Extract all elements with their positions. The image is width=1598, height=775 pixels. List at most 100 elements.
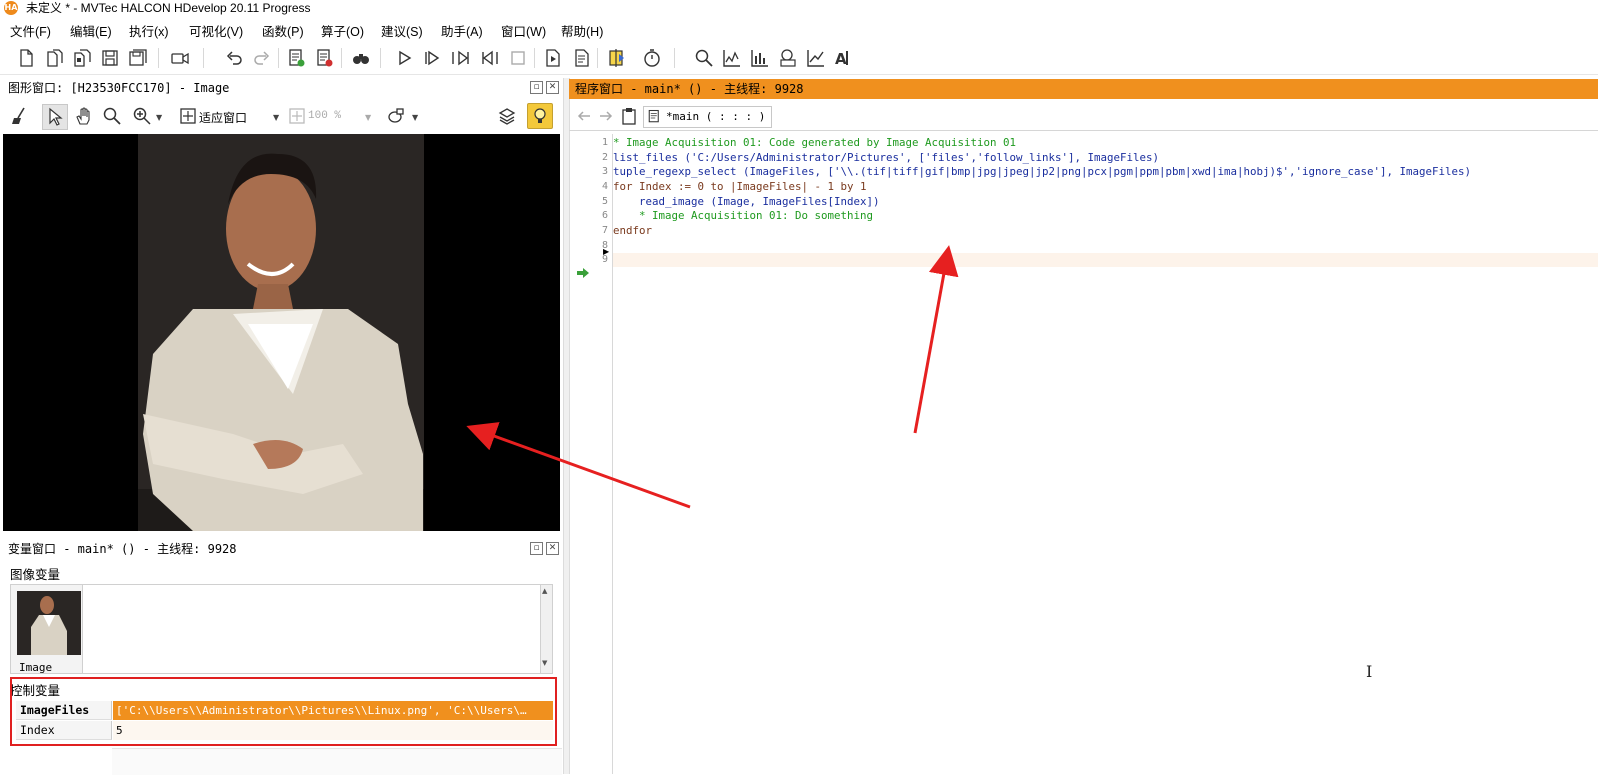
code-line[interactable]: * Image Acquisition 01: Code generated b… <box>613 136 1016 150</box>
float-icon[interactable]: ▫ <box>530 542 543 555</box>
stopwatch-icon[interactable] <box>640 46 664 70</box>
zoom-in-icon[interactable] <box>130 104 154 128</box>
procedure-label: *main ( : : : ) <box>666 110 766 123</box>
zoom-icon[interactable] <box>692 46 716 70</box>
fit-window-icon[interactable] <box>176 104 200 128</box>
image-display[interactable] <box>3 134 560 531</box>
open-icon[interactable] <box>42 46 66 70</box>
image-variables-label: 图像变量 <box>10 568 61 582</box>
open-procedure-icon[interactable] <box>70 46 94 70</box>
image-thumbnail <box>17 591 81 655</box>
menu-suggestions[interactable]: 建议(S) <box>381 21 423 40</box>
feature-inspection-icon[interactable] <box>776 46 800 70</box>
close-icon[interactable]: ✕ <box>546 81 559 94</box>
forward-icon[interactable] <box>594 104 618 128</box>
line-number: 3 <box>601 166 608 177</box>
chevron-down-icon: ▼ <box>365 113 372 122</box>
menu-window[interactable]: 窗口(W) <box>501 21 546 40</box>
menu-visualize[interactable]: 可视化(V) <box>189 21 243 40</box>
code-line[interactable]: read_image (Image, ImageFiles[Index]) <box>613 195 880 209</box>
line-number: 2 <box>601 152 608 163</box>
control-variable-value[interactable]: ['C:\\Users\\Administrator\\Pictures\\Li… <box>113 701 553 720</box>
run-to-insert-icon[interactable] <box>420 46 444 70</box>
histogram-icon[interactable] <box>748 46 772 70</box>
procedure-delete-icon[interactable] <box>313 46 337 70</box>
step-over-icon[interactable] <box>449 46 473 70</box>
ocr-icon[interactable]: A <box>832 46 856 70</box>
variable-list-filler <box>112 748 562 775</box>
binoculars-icon[interactable] <box>349 46 373 70</box>
pointer-icon[interactable] <box>42 104 68 130</box>
stop-icon[interactable] <box>506 46 530 70</box>
image-variable-list: Image <box>10 584 542 674</box>
chevron-down-icon[interactable]: ▼ <box>412 113 418 122</box>
draw-shape-icon[interactable] <box>384 104 408 128</box>
pane-splitter[interactable] <box>563 78 570 774</box>
menu-procedures[interactable]: 函数(P) <box>262 21 304 40</box>
code-line[interactable]: * Image Acquisition 01: Do something <box>613 209 873 223</box>
step-into-icon[interactable] <box>478 46 502 70</box>
image-list-scrollbar[interactable]: ▲ ▼ <box>540 584 553 674</box>
insert-cursor-icon: ▶ <box>603 247 610 256</box>
control-variable-row[interactable]: Index 5 <box>16 721 553 740</box>
calibration-icon[interactable] <box>804 46 828 70</box>
clear-window-icon[interactable] <box>8 104 32 128</box>
procedure-new-icon[interactable] <box>285 46 309 70</box>
float-icon[interactable]: ▫ <box>530 81 543 94</box>
undo-icon[interactable] <box>222 46 246 70</box>
lightbulb-icon[interactable] <box>527 103 553 129</box>
menu-bar: 文件(F) 编辑(E) 执行(x) 可视化(V) 函数(P) 算子(O) 建议(… <box>0 18 1598 40</box>
move-hand-icon[interactable] <box>72 104 96 128</box>
line-profile-icon[interactable] <box>720 46 744 70</box>
text-cursor-icon: I <box>1366 662 1373 681</box>
save-icon[interactable] <box>98 46 122 70</box>
line-number: 4 <box>601 181 608 192</box>
run-icon[interactable] <box>392 46 416 70</box>
control-variable-value[interactable]: 5 <box>113 721 553 740</box>
chevron-down-icon[interactable]: ▼ <box>273 113 279 122</box>
line-number: 1 <box>601 137 608 148</box>
activate-icon[interactable] <box>605 46 629 70</box>
reset-program-icon[interactable] <box>541 46 565 70</box>
code-line[interactable]: for Index := 0 to |ImageFiles| - 1 by 1 <box>613 180 867 194</box>
menu-file[interactable]: 文件(F) <box>10 21 51 40</box>
reset-all-icon[interactable] <box>569 46 593 70</box>
menu-edit[interactable]: 编辑(E) <box>70 21 112 40</box>
camera-icon[interactable] <box>168 46 192 70</box>
menu-help[interactable]: 帮助(H) <box>561 21 603 40</box>
displayed-image <box>3 134 560 531</box>
chevron-down-icon[interactable]: ▼ <box>156 113 162 122</box>
graphics-toolbar: ▼ 适应窗口 ▼ 100 % ▼ ▼ <box>2 100 562 133</box>
control-variable-row[interactable]: ImageFiles ['C:\\Users\\Administrator\\P… <box>16 701 553 720</box>
svg-text:A: A <box>835 50 847 68</box>
clipboard-icon[interactable] <box>617 104 641 128</box>
menu-execute[interactable]: 执行(x) <box>129 21 169 40</box>
code-line[interactable]: list_files ('C:/Users/Administrator/Pict… <box>613 151 1159 165</box>
graphics-window-title: 图形窗口: [H23530FCC170] - Image <box>8 81 230 95</box>
redo-icon[interactable] <box>250 46 274 70</box>
code-editor[interactable] <box>572 134 1598 774</box>
procedure-selector[interactable]: *main ( : : : ) <box>643 106 773 128</box>
image-variable-name: Image <box>19 661 53 674</box>
image-variable-item[interactable]: Image <box>11 585 83 674</box>
magnify-icon[interactable] <box>100 104 124 128</box>
code-line[interactable]: endfor <box>613 224 652 238</box>
zoom-factor-icon <box>285 104 309 128</box>
menu-operators[interactable]: 算子(O) <box>321 21 364 40</box>
menu-assistants[interactable]: 助手(A) <box>441 21 483 40</box>
program-window-header: 程序窗口 - main* () - 主线程: 9928 <box>569 79 1598 99</box>
code-line[interactable]: tuple_regexp_select (ImageFiles, ['\\.(t… <box>613 165 1471 179</box>
save-all-icon[interactable] <box>126 46 150 70</box>
program-counter-icon <box>577 268 589 278</box>
back-icon[interactable] <box>572 104 596 128</box>
line-number: 6 <box>601 210 608 221</box>
title-bar: HA 未定义 * - MVTec HALCON HDevelop 20.11 P… <box>0 0 1598 17</box>
layers-icon[interactable] <box>495 104 519 128</box>
line-number: 7 <box>601 225 608 236</box>
new-file-icon[interactable] <box>14 46 38 70</box>
fit-window-label[interactable]: 适应窗口 <box>199 109 247 126</box>
close-icon[interactable]: ✕ <box>546 542 559 555</box>
line-number: 5 <box>601 196 608 207</box>
zoom-level[interactable]: 100 % <box>308 110 341 122</box>
procedure-icon <box>648 109 659 123</box>
